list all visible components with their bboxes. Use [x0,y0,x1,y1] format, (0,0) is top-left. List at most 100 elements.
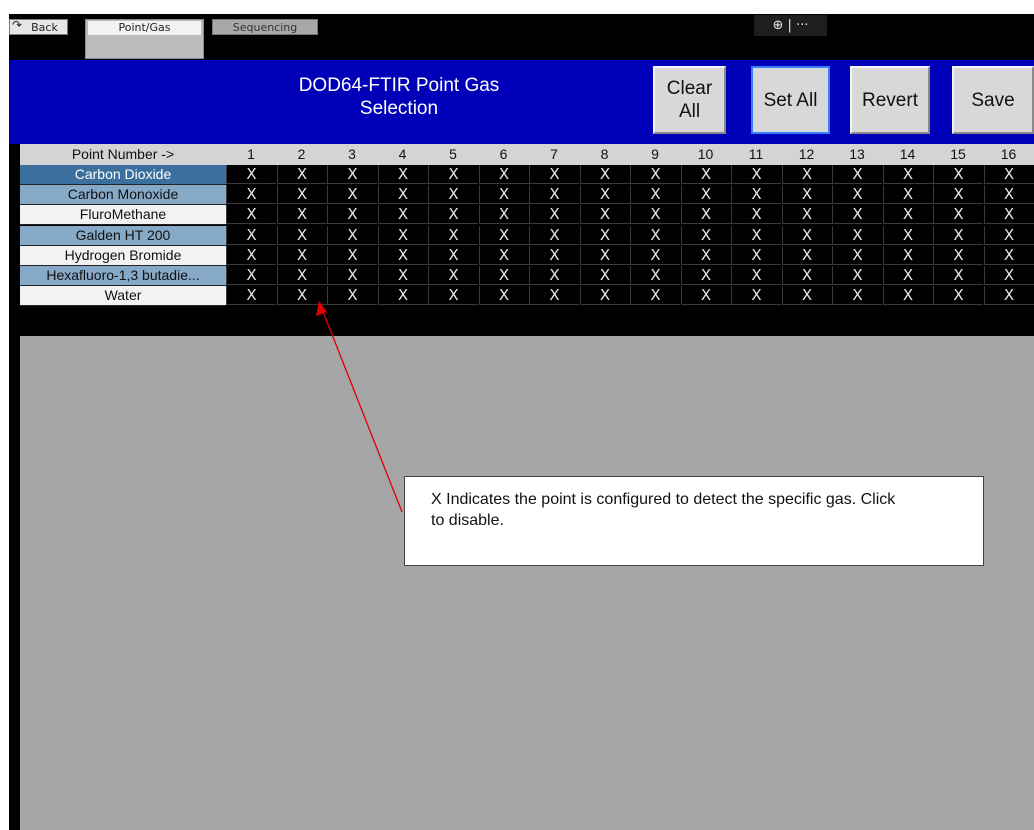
gas-point-toggle[interactable]: X [832,225,882,245]
gas-point-toggle[interactable]: X [933,205,983,225]
gas-name[interactable]: FluroMethane [20,205,226,226]
more-options-icon[interactable]: ··· [796,18,808,33]
gas-point-toggle[interactable]: X [327,266,377,285]
gas-point-toggle[interactable]: X [428,225,478,245]
gas-point-toggle[interactable]: X [428,205,478,225]
gas-point-toggle[interactable]: X [832,266,882,285]
gas-name[interactable]: Carbon Dioxide [20,165,226,185]
gas-point-toggle[interactable]: X [630,266,680,285]
gas-point-toggle[interactable]: X [983,165,1034,184]
gas-point-toggle[interactable]: X [428,286,478,306]
gas-point-toggle[interactable]: X [882,185,933,205]
gas-point-toggle[interactable]: X [579,286,630,306]
gas-point-toggle[interactable]: X [327,185,377,205]
gas-point-toggle[interactable]: X [933,245,983,265]
gas-point-toggle[interactable]: X [731,225,781,245]
gas-point-toggle[interactable]: X [630,286,680,306]
gas-point-toggle[interactable]: X [377,225,428,245]
gas-name[interactable]: Galden HT 200 [20,225,226,246]
gas-point-toggle[interactable]: X [680,205,731,225]
gas-point-toggle[interactable]: X [377,286,428,306]
gas-point-toggle[interactable]: X [226,185,276,205]
gas-point-toggle[interactable]: X [529,286,579,306]
gas-name[interactable]: Hexafluoro-1,3 butadie... [20,266,226,286]
gas-point-toggle[interactable]: X [478,286,529,306]
gas-point-toggle[interactable]: X [276,266,327,285]
gas-point-toggle[interactable]: X [781,205,832,225]
gas-point-toggle[interactable]: X [579,205,630,225]
gas-point-toggle[interactable]: X [832,185,882,205]
gas-point-toggle[interactable]: X [630,225,680,245]
gas-point-toggle[interactable]: X [680,266,731,285]
gas-point-toggle[interactable]: X [478,185,529,205]
gas-point-toggle[interactable]: X [579,245,630,265]
gas-point-toggle[interactable]: X [428,266,478,285]
gas-point-toggle[interactable]: X [276,185,327,205]
gas-point-toggle[interactable]: X [832,205,882,225]
gas-point-toggle[interactable]: X [478,205,529,225]
gas-point-toggle[interactable]: X [983,266,1034,285]
gas-point-toggle[interactable]: X [680,286,731,306]
back-button[interactable]: ↷ Back [9,18,68,35]
gas-point-toggle[interactable]: X [680,165,731,184]
gas-point-toggle[interactable]: X [478,245,529,265]
gas-point-toggle[interactable]: X [933,286,983,306]
gas-point-toggle[interactable]: X [579,185,630,205]
gas-point-toggle[interactable]: X [327,225,377,245]
gas-name[interactable]: Hydrogen Bromide [20,245,226,266]
gas-point-toggle[interactable]: X [731,286,781,306]
gas-point-toggle[interactable]: X [276,245,327,265]
gas-point-toggle[interactable]: X [983,225,1034,245]
gas-point-toggle[interactable]: X [832,165,882,184]
gas-point-toggle[interactable]: X [579,266,630,285]
gas-point-toggle[interactable]: X [731,205,781,225]
gas-point-toggle[interactable]: X [882,245,933,265]
gas-point-toggle[interactable]: X [983,286,1034,306]
gas-point-toggle[interactable]: X [781,266,832,285]
gas-point-toggle[interactable]: X [327,245,377,265]
gas-point-toggle[interactable]: X [529,165,579,184]
gas-point-toggle[interactable]: X [226,266,276,285]
gas-point-toggle[interactable]: X [781,245,832,265]
gas-point-toggle[interactable]: X [478,266,529,285]
gas-point-toggle[interactable]: X [781,165,832,184]
gas-point-toggle[interactable]: X [781,185,832,205]
gas-point-toggle[interactable]: X [731,245,781,265]
gas-point-toggle[interactable]: X [630,165,680,184]
gas-point-toggle[interactable]: X [933,185,983,205]
gas-point-toggle[interactable]: X [377,245,428,265]
gas-point-toggle[interactable]: X [529,225,579,245]
gas-point-toggle[interactable]: X [630,185,680,205]
gas-point-toggle[interactable]: X [428,185,478,205]
gas-point-toggle[interactable]: X [529,205,579,225]
gas-point-toggle[interactable]: X [983,205,1034,225]
gas-point-toggle[interactable]: X [882,286,933,306]
gas-point-toggle[interactable]: X [630,245,680,265]
zoom-in-icon[interactable]: ⊕ [773,18,784,33]
tab-sequencing[interactable]: Sequencing [212,19,318,35]
gas-point-toggle[interactable]: X [579,165,630,184]
gas-point-toggle[interactable]: X [933,165,983,184]
gas-point-toggle[interactable]: X [983,185,1034,205]
clear-all-button[interactable]: Clear All [653,66,726,134]
gas-point-toggle[interactable]: X [882,205,933,225]
gas-point-toggle[interactable]: X [377,165,428,184]
gas-point-toggle[interactable]: X [377,185,428,205]
gas-point-toggle[interactable]: X [832,245,882,265]
gas-point-toggle[interactable]: X [680,225,731,245]
gas-point-toggle[interactable]: X [731,165,781,184]
gas-point-toggle[interactable]: X [276,225,327,245]
gas-point-toggle[interactable]: X [579,225,630,245]
gas-point-toggle[interactable]: X [529,266,579,285]
gas-point-toggle[interactable]: X [428,245,478,265]
gas-name[interactable]: Water [20,286,226,307]
gas-point-toggle[interactable]: X [327,165,377,184]
gas-point-toggle[interactable]: X [680,185,731,205]
gas-point-toggle[interactable]: X [226,245,276,265]
gas-point-toggle[interactable]: X [731,266,781,285]
gas-point-toggle[interactable]: X [327,205,377,225]
gas-point-toggle[interactable]: X [276,286,327,306]
gas-point-toggle[interactable]: X [327,286,377,306]
gas-point-toggle[interactable]: X [529,245,579,265]
gas-point-toggle[interactable]: X [226,286,276,306]
